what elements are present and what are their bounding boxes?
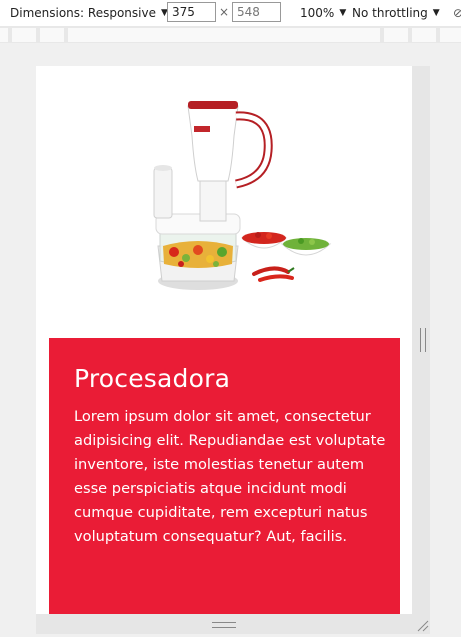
ruler-segment[interactable]	[440, 28, 461, 42]
width-input[interactable]	[167, 2, 216, 22]
ruler-segment[interactable]	[40, 28, 64, 42]
corner-resize-icon[interactable]	[414, 617, 430, 633]
bottom-resize-grip-icon[interactable]	[212, 622, 236, 628]
height-input[interactable]	[232, 2, 281, 22]
more-options-icon[interactable]: ⊘	[453, 4, 461, 22]
ruler-segment[interactable]	[0, 28, 8, 42]
food-processor-image	[153, 101, 332, 290]
chevron-down-icon: ▼	[339, 8, 347, 18]
right-resize-grip-icon[interactable]	[420, 328, 426, 352]
zoom-dropdown[interactable]: 100% ▼	[300, 4, 346, 22]
throttle-dropdown[interactable]: No throttling ▼	[352, 4, 440, 22]
ruler-segment[interactable]	[412, 28, 436, 42]
zoom-label: 100%	[300, 6, 335, 20]
device-toolbar: Dimensions: Responsive ▼ × 100% ▼ No thr…	[0, 0, 461, 26]
ruler-segment[interactable]	[384, 28, 408, 42]
card-description: Lorem ipsum dolor sit amet, consectetur …	[74, 408, 386, 545]
device-viewport: Procesadora Lorem ipsum dolor sit amet, …	[36, 66, 412, 614]
dimensions-label: Dimensions: Responsive	[10, 6, 156, 20]
chevron-down-icon: ▼	[432, 8, 440, 18]
media-query-bar[interactable]	[0, 26, 461, 43]
ruler-segment[interactable]	[12, 28, 36, 42]
dimensions-dropdown[interactable]: Dimensions: Responsive ▼	[10, 4, 168, 22]
times-symbol: ×	[219, 5, 230, 19]
card-title: Procesadora	[74, 364, 231, 393]
throttle-label: No throttling	[352, 6, 428, 20]
ruler-segment[interactable]	[68, 28, 380, 42]
product-card: Procesadora Lorem ipsum dolor sit amet, …	[49, 338, 400, 614]
